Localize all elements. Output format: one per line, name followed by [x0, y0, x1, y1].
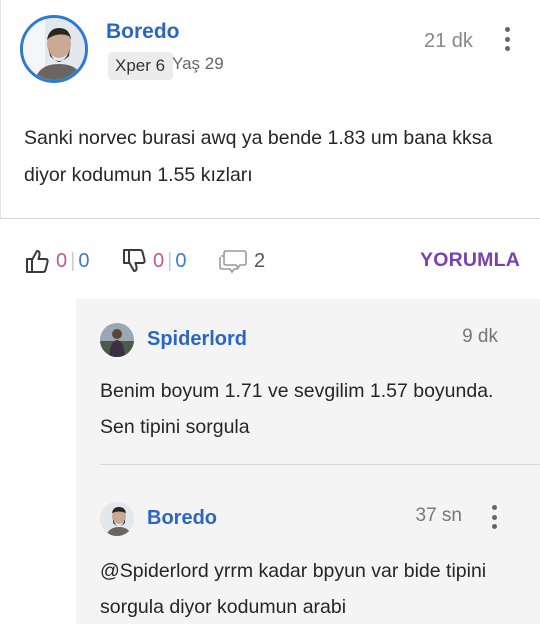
- like-count-b: 0: [78, 249, 90, 272]
- comments-button[interactable]: 2: [218, 247, 265, 275]
- count-separator: |: [70, 249, 76, 272]
- comment-author-avatar[interactable]: [100, 502, 134, 536]
- comment-timestamp: 37 sn: [415, 505, 462, 526]
- comment-divider: [100, 464, 540, 465]
- comment-body-text: Benim boyum 1.71 ve sevgilim 1.57 boyund…: [100, 380, 494, 438]
- dislike-button[interactable]: 0 | 0: [121, 247, 186, 275]
- like-button[interactable]: 0 | 0: [24, 247, 89, 275]
- comments-section: Spiderlord 9 dk Benim boyum 1.71 ve sevg…: [76, 299, 540, 624]
- comment-bubble-icon: [219, 250, 247, 274]
- author-age: Yaş 29: [172, 54, 224, 73]
- user-avatar-photo-icon: [23, 18, 85, 80]
- thumbs-up-icon: [26, 250, 49, 273]
- more-vertical-icon[interactable]: [505, 27, 511, 53]
- comment-author-avatar[interactable]: [100, 323, 134, 357]
- like-count-a: 0: [56, 249, 68, 272]
- dislike-count-b: 0: [175, 249, 187, 272]
- level-badge: Xper 6: [108, 52, 174, 80]
- reply-button[interactable]: YORUMLA: [420, 249, 520, 272]
- count-separator: |: [167, 249, 173, 272]
- author-avatar[interactable]: [20, 15, 88, 83]
- more-vertical-icon[interactable]: [492, 505, 498, 531]
- post-card: Boredo Xper 6 Yaş 29 21 dk Sanki norvec …: [0, 0, 540, 218]
- post-author-name[interactable]: Boredo: [106, 20, 180, 44]
- comment-count: 2: [254, 249, 266, 272]
- comment-author-name[interactable]: Spiderlord: [147, 328, 247, 351]
- thumbs-down-icon: [123, 249, 146, 272]
- post-body-text: Sanki norvec burasi awq ya bende 1.83 um…: [24, 127, 493, 186]
- post-border-left: [0, 0, 1, 218]
- comment-author-name[interactable]: Boredo: [147, 507, 217, 530]
- post-timestamp: 21 dk: [424, 30, 473, 52]
- dislike-count-a: 0: [153, 249, 165, 272]
- comment-timestamp: 9 dk: [462, 326, 498, 347]
- comment-body-text: @Spiderlord yrrm kadar bpyun var bide ti…: [100, 560, 487, 618]
- post-action-bar: 0 | 0 0 | 0 2 YORUMLA: [0, 219, 540, 299]
- user-avatar-photo-icon: [100, 323, 134, 357]
- user-avatar-photo-icon: [100, 502, 134, 536]
